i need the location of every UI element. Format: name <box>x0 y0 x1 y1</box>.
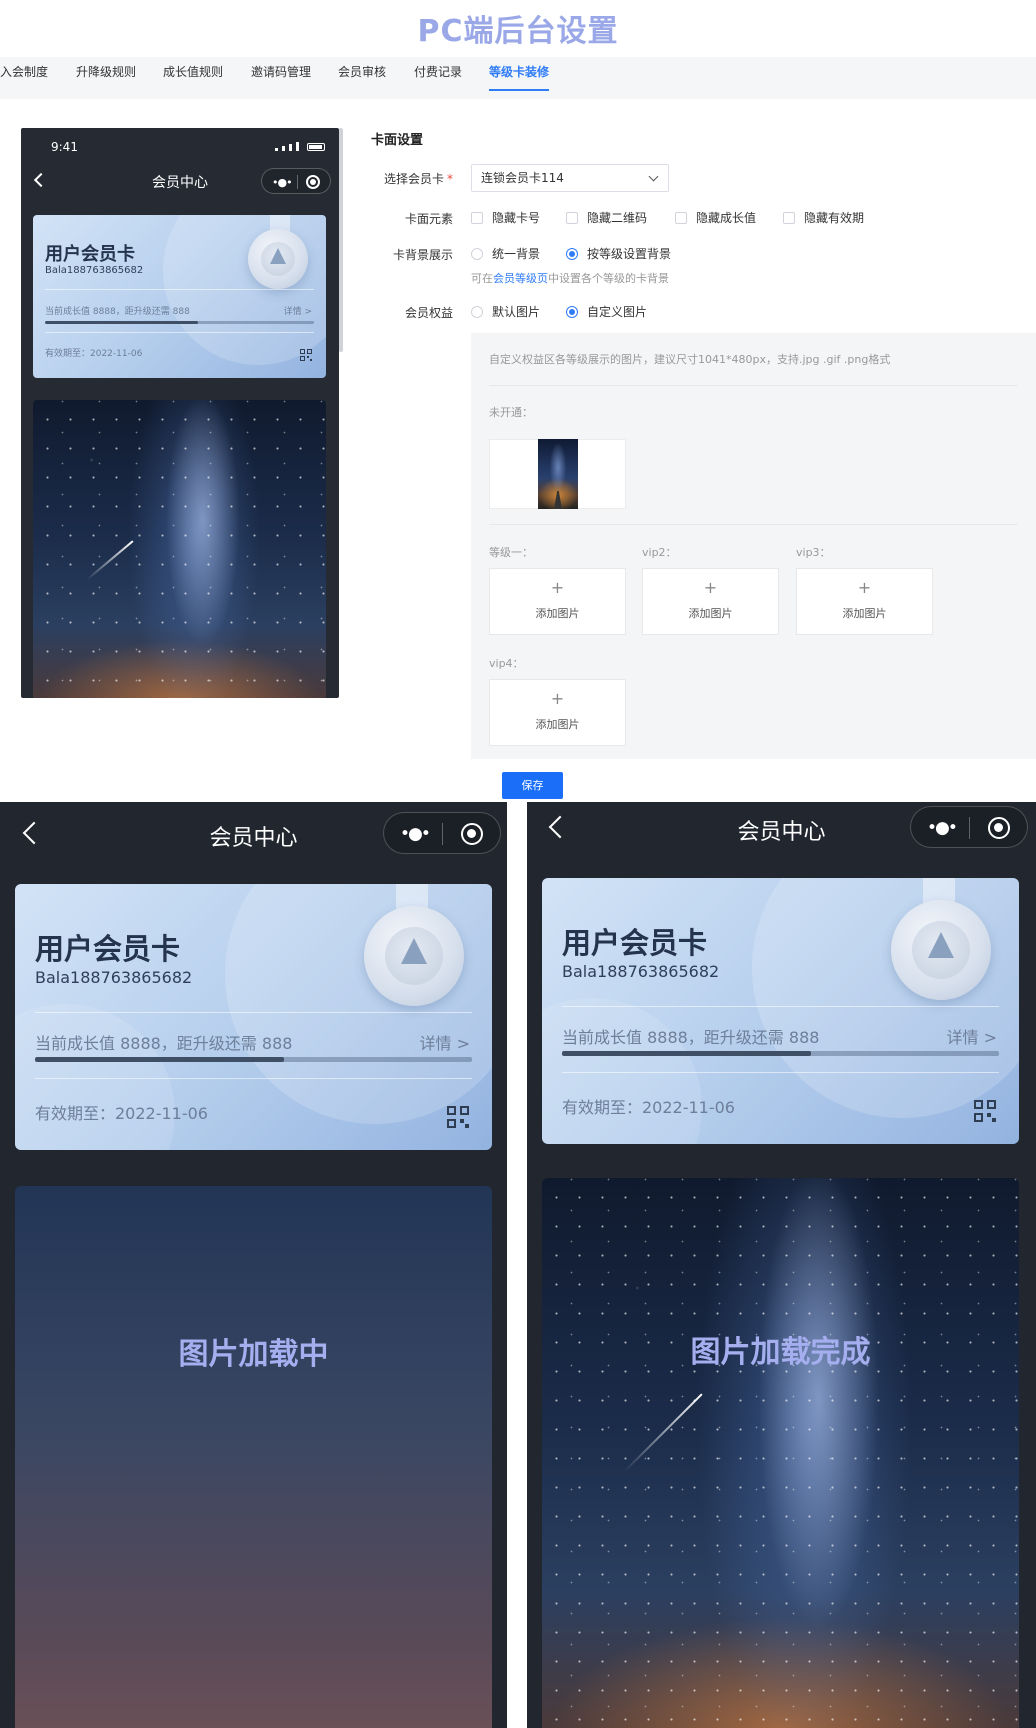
growth-text: 当前成长值 8888，距升级还需 888 <box>562 1028 820 1047</box>
close-miniapp-icon[interactable] <box>988 817 1010 839</box>
plus-icon: + <box>857 578 872 597</box>
level-1-label: 等级一： <box>489 546 533 559</box>
capsule-menu[interactable]: •●• <box>383 812 501 854</box>
checkbox-hide-card-number[interactable]: 隐藏卡号 <box>471 210 540 226</box>
member-card: 用户会员卡 Bala188763865682 当前成长值 8888，距升级还需 … <box>542 878 1019 1144</box>
growth-text: 当前成长值 8888，距升级还需 888 <box>45 307 190 317</box>
upload-level-1[interactable]: + 添加图片 <box>489 568 626 635</box>
tab-growth-rules[interactable]: 成长值规则 <box>163 57 223 99</box>
loaded-text: 图片加载完成 <box>690 1335 871 1370</box>
tab-invite-codes[interactable]: 邀请码管理 <box>251 57 311 99</box>
tab-membership-rules[interactable]: 入会制度 <box>0 57 48 99</box>
card-bg-hint: 可在会员等级页中设置各个等级的卡背景 <box>471 272 669 285</box>
qrcode-icon[interactable] <box>300 349 312 361</box>
detail-link[interactable]: 详情 > <box>284 304 312 317</box>
more-icon[interactable]: •●• <box>927 818 958 838</box>
upload-vip2[interactable]: + 添加图片 <box>642 568 779 635</box>
phone-loading-state: 会员中心 •●• 用户会员卡 Bala188763865682 当前成长值 88… <box>0 802 507 1728</box>
member-level-link[interactable]: 会员等级页 <box>493 272 548 285</box>
phone-preview: 9:41 会员中心 •●• 用户会员卡 Bala188763865682 当前成… <box>21 128 339 698</box>
card-elements-label: 卡面元素 <box>404 212 453 226</box>
upload-vip4[interactable]: + 添加图片 <box>489 679 626 746</box>
capsule-menu[interactable]: •●• <box>261 168 331 194</box>
select-card-value: 连锁会员卡114 <box>481 171 564 185</box>
capsule-menu[interactable]: •●• <box>910 806 1028 848</box>
chevron-down-icon <box>648 171 659 182</box>
rights-image: 图片加载完成 <box>542 1178 1019 1728</box>
expiry-date: 有效期至：2022-11-06 <box>562 1098 735 1117</box>
tab-level-card-decoration[interactable]: 等级卡装修 <box>489 57 550 99</box>
section-title: 卡面设置 <box>371 133 424 148</box>
settings-tabs: 入会制度 升降级规则 成长值规则 邀请码管理 会员审核 付费记录 等级卡装修 <box>0 57 1036 99</box>
growth-text: 当前成长值 8888，距升级还需 888 <box>35 1034 293 1053</box>
member-card: 用户会员卡 Bala188763865682 当前成长值 8888，距升级还需 … <box>15 884 492 1150</box>
close-miniapp-icon[interactable] <box>461 823 483 845</box>
panel-hint: 自定义权益区各等级展示的图片，建议尺寸1041*480px，支持.jpg .gi… <box>489 353 891 366</box>
not-open-label: 未开通： <box>489 406 533 419</box>
more-icon[interactable]: •●• <box>272 176 293 189</box>
select-card-label: 选择会员卡 * <box>383 172 453 186</box>
rights-label: 会员权益 <box>404 306 453 320</box>
expiry-date: 有效期至：2022-11-06 <box>45 349 143 359</box>
save-button[interactable]: 保存 <box>502 772 563 799</box>
tab-upgrade-rules[interactable]: 升降级规则 <box>76 57 136 99</box>
detail-link[interactable]: 详情 > <box>420 1030 471 1054</box>
card-name: 用户会员卡 <box>35 932 181 966</box>
upload-vip3[interactable]: + 添加图片 <box>796 568 933 635</box>
growth-progress-fill <box>35 1057 285 1062</box>
card-number: Bala188763865682 <box>35 968 193 987</box>
plus-icon: + <box>550 689 565 708</box>
qrcode-icon[interactable] <box>447 1106 469 1128</box>
card-number: Bala188763865682 <box>45 265 144 276</box>
preview-scrollbar[interactable] <box>339 128 343 352</box>
page-title: PC端后台设置 <box>417 14 619 49</box>
detail-link[interactable]: 详情 > <box>947 1024 998 1048</box>
radio-bg-by-level[interactable]: 按等级设置背景 <box>566 246 671 262</box>
radio-default-image[interactable]: 默认图片 <box>471 304 540 320</box>
checkbox-hide-qrcode[interactable]: 隐藏二维码 <box>566 210 647 226</box>
rights-image <box>33 400 326 698</box>
level-vip4-label: vip4： <box>489 657 524 670</box>
growth-progress <box>35 1057 472 1062</box>
select-card-dropdown[interactable]: 连锁会员卡114 <box>471 164 669 192</box>
plus-icon: + <box>703 578 718 597</box>
growth-progress <box>45 321 314 324</box>
not-open-image[interactable] <box>489 439 626 509</box>
plus-icon: + <box>550 578 565 597</box>
loading-text: 图片加载中 <box>178 1337 329 1372</box>
phone-loaded-state: 会员中心 •●• 用户会员卡 Bala188763865682 当前成长值 88… <box>527 802 1036 1728</box>
custom-image-panel: 自定义权益区各等级展示的图片，建议尺寸1041*480px，支持.jpg .gi… <box>471 333 1036 759</box>
status-icons <box>275 142 325 151</box>
qrcode-icon[interactable] <box>974 1100 996 1122</box>
battery-icon <box>307 143 325 151</box>
growth-progress <box>562 1051 999 1056</box>
close-miniapp-icon[interactable] <box>306 175 320 189</box>
image-loading-placeholder: 图片加载中 <box>15 1186 492 1728</box>
level-vip2-label: vip2： <box>642 546 677 559</box>
more-icon[interactable]: •●• <box>400 824 431 844</box>
card-bg-label: 卡背景展示 <box>392 248 453 262</box>
card-name: 用户会员卡 <box>562 926 708 960</box>
thumbnail-image <box>538 439 578 509</box>
tab-payment-records[interactable]: 付费记录 <box>414 57 462 99</box>
card-number: Bala188763865682 <box>562 962 720 981</box>
growth-progress-fill <box>45 321 199 324</box>
checkbox-hide-expiry[interactable]: 隐藏有效期 <box>783 210 864 226</box>
expiry-date: 有效期至：2022-11-06 <box>35 1104 208 1123</box>
status-time: 9:41 <box>51 140 78 154</box>
member-card: 用户会员卡 Bala188763865682 当前成长值 8888，距升级还需 … <box>33 215 326 378</box>
level-vip3-label: vip3： <box>796 546 831 559</box>
card-name: 用户会员卡 <box>45 244 135 265</box>
growth-progress-fill <box>562 1051 812 1056</box>
checkbox-hide-growth[interactable]: 隐藏成长值 <box>675 210 756 226</box>
tab-member-review[interactable]: 会员审核 <box>338 57 386 99</box>
radio-uniform-bg[interactable]: 统一背景 <box>471 246 540 262</box>
radio-custom-image[interactable]: 自定义图片 <box>566 304 647 320</box>
